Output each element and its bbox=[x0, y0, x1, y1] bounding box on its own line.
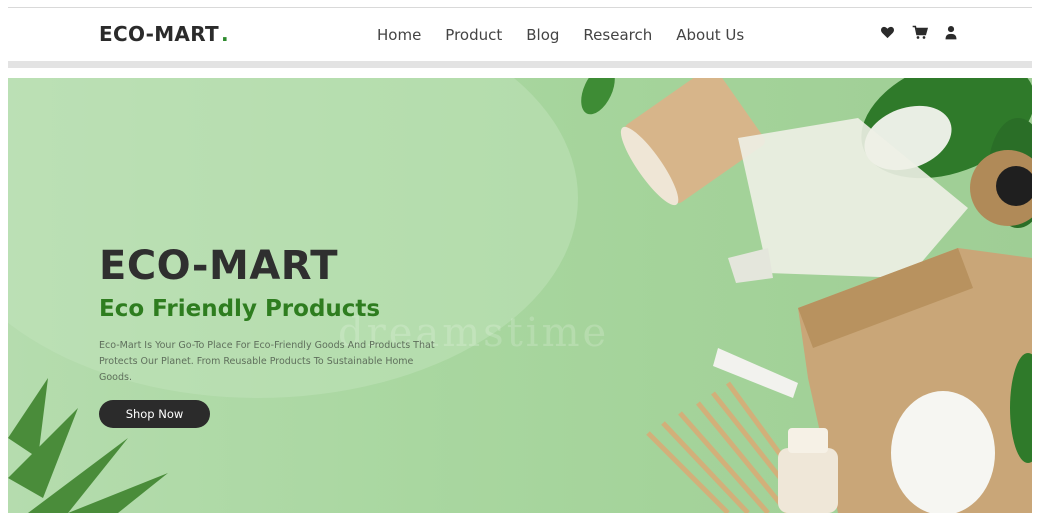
header-divider bbox=[8, 61, 1032, 68]
nav-blog[interactable]: Blog bbox=[526, 26, 559, 44]
shop-now-button[interactable]: Shop Now bbox=[99, 400, 210, 428]
navbar: ECO-MART. Home Product Blog Research Abo… bbox=[0, 8, 1039, 60]
brand-name: ECO-MART bbox=[99, 22, 219, 46]
nav-home[interactable]: Home bbox=[377, 26, 421, 44]
hero-description: Eco-Mart Is Your Go-To Place For Eco-Fri… bbox=[99, 340, 435, 383]
brand-logo[interactable]: ECO-MART. bbox=[99, 22, 229, 46]
user-icon[interactable] bbox=[944, 25, 959, 40]
nav-links: Home Product Blog Research About Us bbox=[377, 26, 768, 44]
hero-title: ECO-MART bbox=[99, 243, 339, 289]
nav-research[interactable]: Research bbox=[583, 26, 652, 44]
hero-subtitle: Eco Friendly Products bbox=[99, 296, 381, 322]
nav-icons bbox=[880, 25, 976, 40]
heart-icon[interactable] bbox=[880, 25, 895, 40]
nav-product[interactable]: Product bbox=[445, 26, 502, 44]
hero-banner: dreamstime ECO-MART Eco Friendly Product… bbox=[8, 78, 1032, 513]
brand-dot: . bbox=[220, 22, 229, 46]
nav-about-us[interactable]: About Us bbox=[676, 26, 744, 44]
cart-icon[interactable] bbox=[912, 25, 928, 40]
